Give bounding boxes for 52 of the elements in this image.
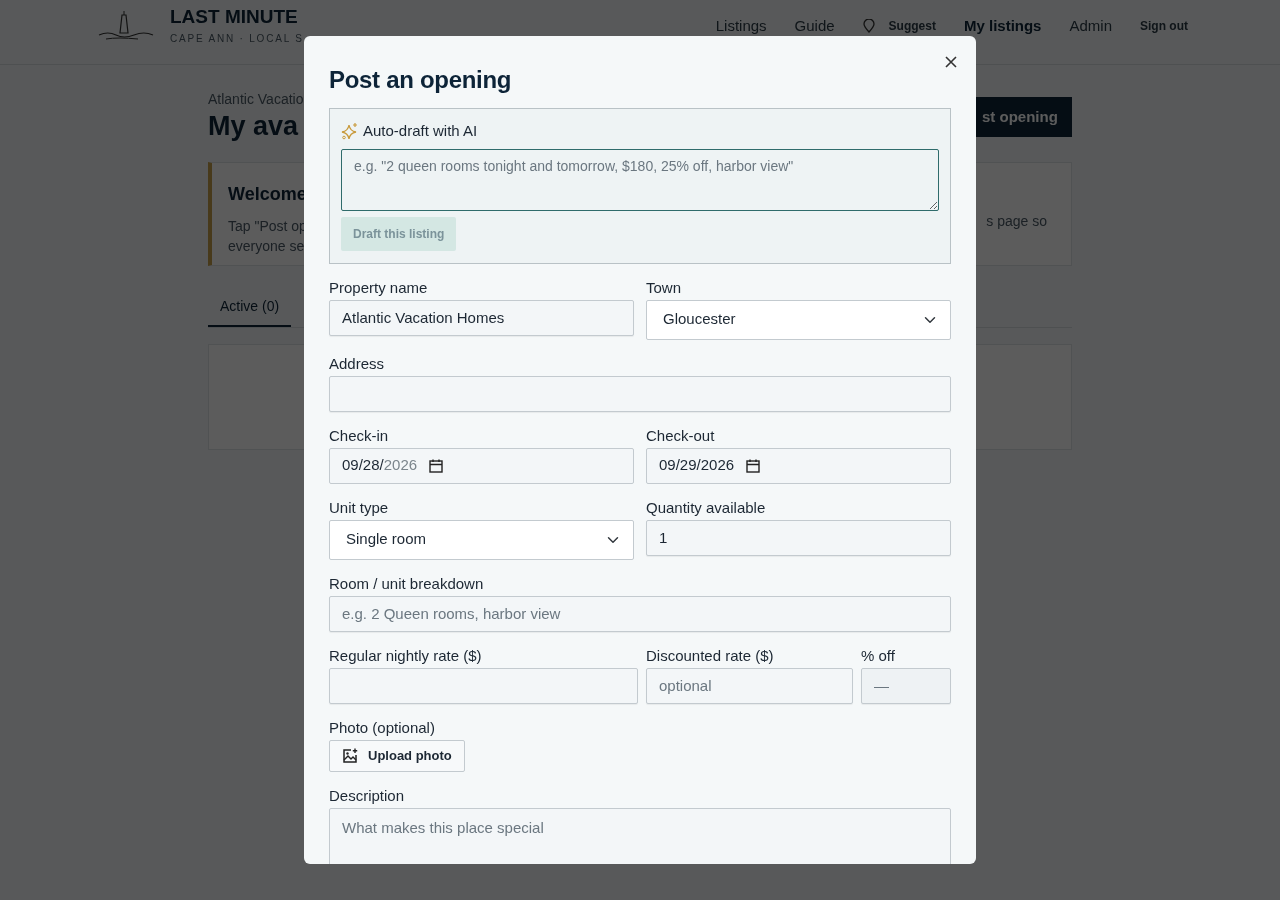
input-field[interactable]: [329, 375, 951, 412]
date-value: 09/29/2026: [659, 455, 735, 476]
date-field[interactable]: 09/29/2026: [646, 447, 951, 484]
nav-link[interactable]: Sign out: [1140, 17, 1188, 35]
field-label: Check-in: [329, 425, 390, 446]
input-field[interactable]: optional: [646, 667, 853, 704]
nav-link[interactable]: Listings: [715, 14, 767, 38]
field-label: % off: [861, 645, 896, 666]
field-label: Town: [646, 277, 683, 298]
input-field[interactable]: [329, 667, 638, 704]
field-label: Address: [329, 353, 386, 374]
breadcrumb-text: Atlantic Vacatio: [208, 90, 304, 109]
post-opening-button[interactable]: st opening: [976, 97, 1072, 137]
input-field[interactable]: Atlantic Vacation Homes: [329, 299, 634, 336]
field-label: Room / unit breakdown: [329, 573, 485, 594]
image-add-icon: [342, 747, 358, 764]
nav-link[interactable]: Guide: [794, 14, 835, 38]
select-field[interactable]: Single room: [329, 519, 634, 560]
field-label: Check-out: [646, 425, 716, 446]
welcome-text: s page so: [986, 212, 1047, 232]
field-label: Discounted rate ($): [646, 645, 775, 666]
date-field[interactable]: 09/28/2026: [329, 447, 634, 484]
field-label: Quantity available: [646, 497, 767, 518]
field-label: Photo (optional): [329, 717, 436, 738]
description-field[interactable]: What makes this place special: [329, 807, 951, 864]
field-label: Regular nightly rate ($): [329, 645, 483, 666]
nav-link[interactable]: My listings: [963, 14, 1042, 38]
nav-link[interactable]: Admin: [1069, 14, 1112, 38]
input-field[interactable]: 1: [646, 519, 951, 556]
readonly-field[interactable]: —: [861, 667, 951, 704]
prompt-field[interactable]: e.g. "2 queen rooms tonight and tomorrow, $180, 25% off, harbor view": [341, 148, 939, 211]
tab[interactable]: Active (0): [208, 290, 292, 328]
field-label: Unit type: [329, 497, 390, 518]
pin-icon: [862, 19, 875, 33]
upload-button[interactable]: Upload photo: [329, 739, 465, 772]
brand-title[interactable]: LAST MINUTE: [170, 6, 304, 26]
input-field[interactable]: e.g. 2 Queen rooms, harbor view: [329, 595, 951, 632]
panel-title: Auto-draft with AI: [363, 121, 478, 141]
sparkle-icon: [341, 122, 359, 141]
calendar-icon: [746, 458, 761, 473]
lighthouse-icon: [98, 11, 154, 41]
calendar-icon: [429, 458, 444, 473]
brand-tagline: CAPE ANN · LOCAL S: [170, 31, 304, 46]
welcome-title: Welcome: [228, 183, 304, 207]
select-field[interactable]: Gloucester: [646, 299, 951, 340]
modal-title: Post an opening: [329, 65, 513, 95]
nav-link[interactable]: Suggest: [862, 17, 936, 35]
field-label: Property name: [329, 277, 429, 298]
date-value: 09/28/2026: [342, 455, 418, 476]
field-label: Description: [329, 785, 406, 806]
welcome-text: everyone se: [228, 237, 304, 257]
page-heading: My ava: [208, 110, 300, 143]
